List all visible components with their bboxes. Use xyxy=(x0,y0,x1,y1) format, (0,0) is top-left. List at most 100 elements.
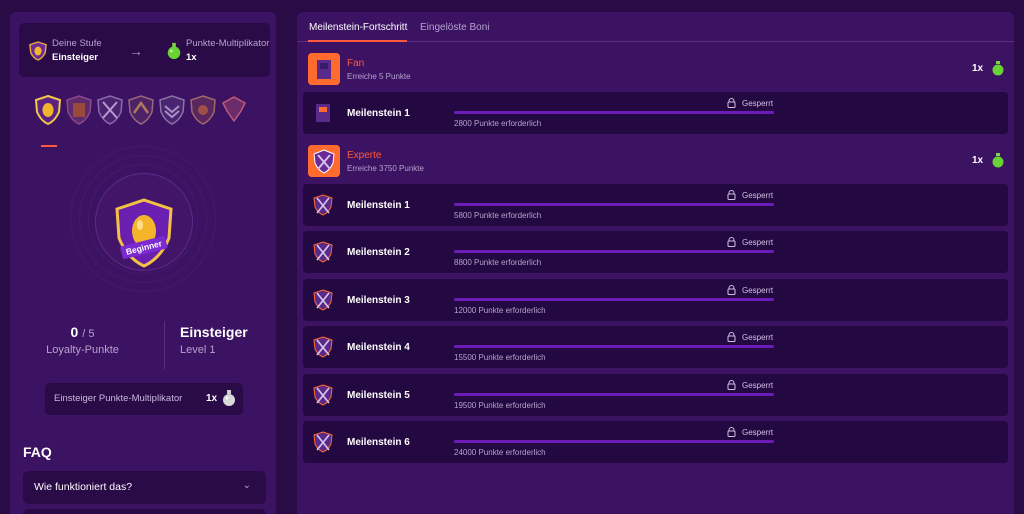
milestone-requirement: 12000 Punkte erforderlich xyxy=(454,306,546,315)
milestone-row: Meilenstein 3 Gesperrt 12000 Punkte erfo… xyxy=(303,279,1008,321)
fan-tier-icon xyxy=(308,53,340,85)
milestone-requirement: 24000 Punkte erforderlich xyxy=(454,448,546,457)
lock-icon xyxy=(727,427,736,437)
rank-card: Deine Stufe Einsteiger → Punkte-Multipli… xyxy=(19,23,270,77)
expert-tier-icon xyxy=(308,145,340,177)
milestone-requirement: 19500 Punkte erforderlich xyxy=(454,401,546,410)
progress-bar xyxy=(454,393,774,396)
faq-item[interactable] xyxy=(23,509,266,514)
group-multiplier: 1x xyxy=(972,63,984,74)
points-total: / 5 xyxy=(82,328,95,340)
group-title: Fan xyxy=(347,58,365,69)
milestone-requirement: 15500 Punkte erforderlich xyxy=(454,353,546,362)
tier-six-icon[interactable] xyxy=(190,95,216,125)
locked-label: Gesperrt xyxy=(742,381,774,390)
fan-milestone-icon xyxy=(316,104,330,122)
milestone-name: Meilenstein 6 xyxy=(347,437,410,448)
locked-label: Gesperrt xyxy=(742,286,774,295)
multiplier-label: Punkte-Multiplikator xyxy=(186,38,270,49)
milestone-requirement: 2800 Punkte erforderlich xyxy=(454,119,542,128)
points-value: 0 xyxy=(70,324,79,340)
expert-milestone-icon xyxy=(313,289,333,311)
points-label: Loyalty-Punkte xyxy=(46,344,119,356)
lock-icon xyxy=(727,190,736,200)
arrow-right-icon: → xyxy=(129,43,143,59)
group-header: Fan Erreiche 5 Punkte 1x xyxy=(308,53,1008,85)
level-sub: Level 1 xyxy=(180,344,216,356)
milestone-name: Meilenstein 1 xyxy=(347,108,410,119)
faq-question: Wie funktioniert das? xyxy=(34,481,133,493)
expert-milestone-icon xyxy=(313,194,333,216)
multiplier-value: 1x xyxy=(186,52,197,63)
locked-label: Gesperrt xyxy=(742,99,774,108)
expert-milestone-icon xyxy=(313,384,333,406)
group-subtitle: Erreiche 5 Punkte xyxy=(347,72,411,81)
tier-fan-icon[interactable] xyxy=(66,95,92,125)
progress-bar xyxy=(454,345,774,348)
faq-title: FAQ xyxy=(23,444,52,460)
group-title: Experte xyxy=(347,150,382,161)
multiplier-box-label: Einsteiger Punkte-Multiplikator xyxy=(54,393,183,404)
group-multiplier: 1x xyxy=(972,155,984,166)
stats-row: 0 / 5 Loyalty-Punkte Einsteiger Level 1 xyxy=(10,321,276,371)
potion-icon xyxy=(167,42,181,60)
tier-four-icon[interactable] xyxy=(128,95,154,125)
progress-bar xyxy=(454,440,774,443)
tier-five-icon[interactable] xyxy=(159,95,185,125)
milestone-name: Meilenstein 5 xyxy=(347,390,410,401)
expert-milestone-icon xyxy=(313,431,333,453)
potion-grey-icon xyxy=(223,390,235,406)
stage-label: Deine Stufe xyxy=(52,38,102,49)
milestone-row: Meilenstein 6 Gesperrt 24000 Punkte erfo… xyxy=(303,421,1008,463)
milestone-name: Meilenstein 4 xyxy=(347,342,410,353)
tier-selected-indicator xyxy=(41,145,57,147)
potion-icon xyxy=(992,153,1004,168)
expert-milestone-icon xyxy=(313,336,333,358)
lock-icon xyxy=(727,285,736,295)
milestone-requirement: 5800 Punkte erforderlich xyxy=(454,211,542,220)
locked-label: Gesperrt xyxy=(742,428,774,437)
left-panel: Deine Stufe Einsteiger → Punkte-Multipli… xyxy=(10,12,276,514)
beginner-badge-icon: Beginner xyxy=(115,198,173,268)
expert-milestone-icon xyxy=(313,241,333,263)
lock-icon xyxy=(727,332,736,342)
chevron-down-icon: ⌄ xyxy=(242,480,251,491)
tier-expert-icon[interactable] xyxy=(97,95,123,125)
potion-icon xyxy=(992,61,1004,76)
stage-value: Einsteiger xyxy=(52,52,98,63)
progress-bar xyxy=(454,203,774,206)
tier-beginner-icon[interactable] xyxy=(35,95,61,125)
milestone-name: Meilenstein 2 xyxy=(347,247,410,258)
tab-bar: Meilenstein-Fortschritt Eingelöste Boni xyxy=(297,12,1014,42)
beginner-shield-icon xyxy=(29,41,47,61)
stats-divider xyxy=(164,321,165,369)
milestone-requirement: 8800 Punkte erforderlich xyxy=(454,258,542,267)
lock-icon xyxy=(727,237,736,247)
milestone-row: Meilenstein 1 Gesperrt 5800 Punkte erfor… xyxy=(303,184,1008,226)
progress-bar xyxy=(454,250,774,253)
progress-bar xyxy=(454,111,774,114)
milestone-row: Meilenstein 5 Gesperrt 19500 Punkte erfo… xyxy=(303,374,1008,416)
active-tab-indicator xyxy=(308,40,407,42)
milestone-name: Meilenstein 3 xyxy=(347,295,410,306)
group-header: Experte Erreiche 3750 Punkte 1x xyxy=(308,145,1008,177)
progress-bar xyxy=(454,298,774,301)
level-name: Einsteiger xyxy=(180,324,248,340)
main-panel: Meilenstein-Fortschritt Eingelöste Boni … xyxy=(297,12,1014,514)
locked-label: Gesperrt xyxy=(742,238,774,247)
lock-icon xyxy=(727,98,736,108)
tab-redeemed-bonuses[interactable]: Eingelöste Boni xyxy=(420,22,490,33)
milestone-row: Meilenstein 2 Gesperrt 8800 Punkte erfor… xyxy=(303,231,1008,273)
milestone-row: Meilenstein 4 Gesperrt 15500 Punkte erfo… xyxy=(303,326,1008,368)
tier-seven-icon[interactable] xyxy=(221,95,247,125)
tier-shields xyxy=(35,95,255,127)
lock-icon xyxy=(727,380,736,390)
multiplier-box: Einsteiger Punkte-Multiplikator 1x xyxy=(45,383,243,415)
locked-label: Gesperrt xyxy=(742,333,774,342)
faq-item[interactable]: Wie funktioniert das? ⌄ xyxy=(23,471,266,504)
points-display: 0 / 5 xyxy=(10,324,155,340)
locked-label: Gesperrt xyxy=(742,191,774,200)
multiplier-box-value: 1x xyxy=(206,393,218,404)
milestone-name: Meilenstein 1 xyxy=(347,200,410,211)
tab-milestone-progress[interactable]: Meilenstein-Fortschritt xyxy=(309,22,407,33)
